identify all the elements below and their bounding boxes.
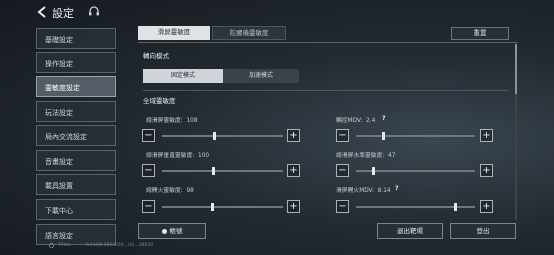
top-bar: 設定	[0, 0, 554, 24]
setting-label: 觸控MDV: 2.4	[336, 118, 376, 124]
slider-track[interactable]	[356, 135, 475, 137]
help-icon[interactable]: ?	[382, 115, 385, 122]
increase-button[interactable]: +	[480, 200, 493, 213]
decrease-button[interactable]: −	[142, 164, 155, 177]
setting-label: 總滑屏靈敏度: 108	[146, 118, 198, 124]
setting-label: 總滑屏水準靈敏度: 47	[336, 153, 396, 159]
increase-button[interactable]: +	[480, 129, 493, 142]
setting-value: 2.4	[366, 118, 376, 124]
headset-icon[interactable]	[88, 5, 100, 17]
exit-range-button[interactable]: 退出靶場	[377, 223, 443, 239]
steering-mode-title: 轉向模式	[143, 52, 169, 60]
increase-button[interactable]: +	[480, 164, 493, 177]
fixed-mode-option[interactable]: 固定模式	[143, 69, 223, 83]
global-sensitivity-title: 全域靈敏度	[143, 97, 176, 105]
decrease-button[interactable]: −	[336, 164, 349, 177]
reset-button[interactable]: 重置	[451, 27, 509, 40]
setting-value: 108	[186, 118, 198, 124]
gear-icon	[48, 242, 55, 249]
increase-button[interactable]: +	[287, 200, 300, 213]
slider-thumb[interactable]	[453, 203, 457, 211]
tab-swipe-sensitivity[interactable]: 滑屏靈敏度	[138, 26, 210, 40]
decrease-button[interactable]: −	[336, 200, 349, 213]
tab-gyro-sensitivity[interactable]: 陀螺儀靈敏度	[212, 26, 286, 40]
back-arrow-icon[interactable]	[36, 5, 48, 19]
scrollbar-thumb[interactable]	[515, 44, 517, 94]
setting-label: 總滑屏垂直靈敏度: 100	[146, 153, 210, 159]
setting-value: 98	[186, 188, 194, 194]
slider-track[interactable]	[162, 206, 283, 208]
slider-thumb[interactable]	[382, 132, 386, 140]
page-title: 設定	[52, 7, 74, 20]
setting-label: 滑屏開火MDV: 8.14	[336, 188, 391, 194]
user-icon	[161, 228, 167, 234]
sidebar-item-audio-video[interactable]: 音畫設定	[36, 150, 116, 171]
slider-track[interactable]	[162, 135, 283, 137]
setting-value: 100	[198, 153, 210, 159]
setting-value: 8.14	[377, 188, 391, 194]
decrease-button[interactable]: −	[142, 129, 155, 142]
sidebar-item-vehicle[interactable]: 載具設置	[36, 174, 116, 195]
help-icon[interactable]: ?	[395, 185, 398, 192]
slider-track[interactable]	[162, 170, 283, 172]
increase-button[interactable]: +	[287, 164, 300, 177]
slider-thumb[interactable]	[213, 132, 217, 140]
increase-button[interactable]: +	[287, 129, 300, 142]
sidebar-item-gameplay[interactable]: 玩法設定	[36, 101, 116, 122]
decrease-button[interactable]: −	[142, 200, 155, 213]
sidebar-item-download-center[interactable]: 下載中心	[36, 199, 116, 220]
slider-thumb[interactable]	[211, 167, 215, 175]
sidebar-item-controls[interactable]: 操作設定	[36, 52, 116, 73]
sidebar-item-communication[interactable]: 局內交流設定	[36, 125, 116, 146]
tab-divider	[138, 42, 518, 43]
acceleration-mode-option[interactable]: 加速模式	[223, 69, 299, 83]
setting-value: 47	[388, 153, 396, 159]
sidebar-item-basic[interactable]: 基礎設定	[36, 28, 116, 49]
slider-thumb[interactable]	[210, 203, 214, 211]
slider-track[interactable]	[356, 206, 475, 208]
sidebar-item-sensitivity[interactable]: 靈敏度設定	[36, 76, 116, 97]
section-divider	[143, 90, 509, 91]
account-button[interactable]: 帳號	[138, 223, 206, 239]
user-id: GA:UID:3804059...(A)...08039	[86, 243, 154, 248]
setting-label: 總開火靈敏度: 98	[146, 188, 194, 194]
logout-button[interactable]: 登出	[450, 223, 516, 239]
decrease-button[interactable]: −	[336, 129, 349, 142]
steering-mode-toggle: 固定模式 加速模式	[143, 69, 299, 83]
network-latency: 77ms	[58, 243, 71, 248]
slider-thumb[interactable]	[371, 167, 375, 175]
